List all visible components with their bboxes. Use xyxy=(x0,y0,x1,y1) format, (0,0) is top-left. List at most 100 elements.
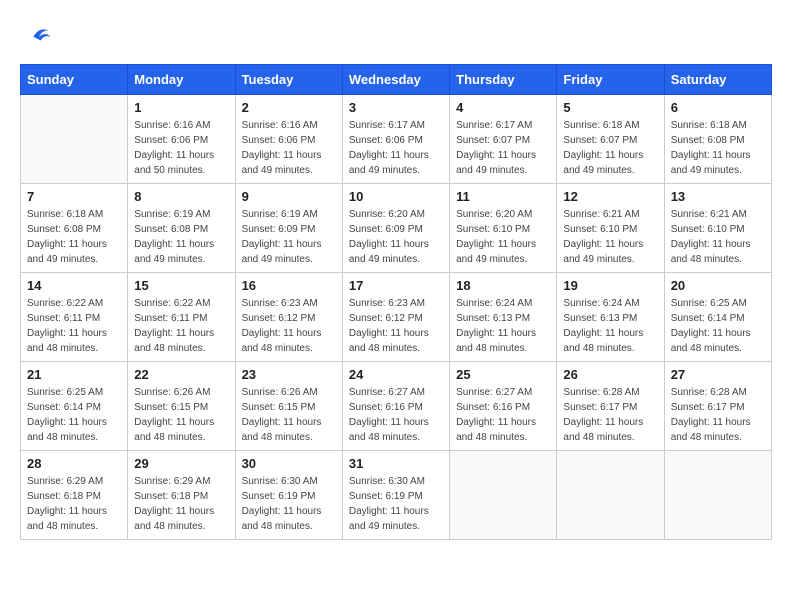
day-info: Sunrise: 6:30 AM Sunset: 6:19 PM Dayligh… xyxy=(242,474,336,534)
calendar-cell: 15Sunrise: 6:22 AM Sunset: 6:11 PM Dayli… xyxy=(128,273,235,362)
day-number: 31 xyxy=(349,456,443,471)
calendar-cell: 12 Sunrise: 6:21 AM Sunset: 6:10 PM Dayli… xyxy=(557,184,664,273)
calendar-cell: 10 Sunrise: 6:20 AM Sunset: 6:09 PM Dayli… xyxy=(342,184,449,273)
calendar-cell: 20Sunrise: 6:25 AM Sunset: 6:14 PM Dayli… xyxy=(664,273,771,362)
day-number: 9 xyxy=(242,189,336,204)
calendar-cell: 19 Sunrise: 6:24 AM Sunset: 6:13 PM Dayli… xyxy=(557,273,664,362)
day-number: 25 xyxy=(456,367,550,382)
day-info: Sunrise: 6:26 AM Sunset: 6:15 PM Dayligh… xyxy=(134,385,228,445)
day-number: 7 xyxy=(27,189,121,204)
day-number: 6 xyxy=(671,100,765,115)
calendar-header-saturday: Saturday xyxy=(664,65,771,95)
calendar-cell: 17 Sunrise: 6:23 AM Sunset: 6:12 PM Dayli… xyxy=(342,273,449,362)
day-info: Sunrise: 6:29 AM Sunset: 6:18 PM Dayligh… xyxy=(134,474,228,534)
day-info: Sunrise: 6:27 AM Sunset: 6:16 PM Dayligh… xyxy=(456,385,550,445)
calendar-cell: 16Sunrise: 6:23 AM Sunset: 6:12 PM Dayli… xyxy=(235,273,342,362)
day-number: 13 xyxy=(671,189,765,204)
day-info: Sunrise: 6:30 AM Sunset: 6:19 PM Dayligh… xyxy=(349,474,443,534)
calendar-cell: 23 Sunrise: 6:26 AM Sunset: 6:15 PM Dayli… xyxy=(235,362,342,451)
calendar-cell: 27 Sunrise: 6:28 AM Sunset: 6:17 PM Dayli… xyxy=(664,362,771,451)
calendar-cell: 25 Sunrise: 6:27 AM Sunset: 6:16 PM Dayli… xyxy=(450,362,557,451)
day-number: 15 xyxy=(134,278,228,293)
calendar-cell: 7Sunrise: 6:18 AM Sunset: 6:08 PM Daylig… xyxy=(21,184,128,273)
day-info: Sunrise: 6:19 AM Sunset: 6:09 PM Dayligh… xyxy=(242,207,336,267)
day-number: 2 xyxy=(242,100,336,115)
calendar-cell: 13 Sunrise: 6:21 AM Sunset: 6:10 PM Dayli… xyxy=(664,184,771,273)
day-number: 14 xyxy=(27,278,121,293)
calendar-cell: 21 Sunrise: 6:25 AM Sunset: 6:14 PM Dayli… xyxy=(21,362,128,451)
day-number: 29 xyxy=(134,456,228,471)
calendar-cell: 6Sunrise: 6:18 AM Sunset: 6:08 PM Daylig… xyxy=(664,95,771,184)
day-number: 17 xyxy=(349,278,443,293)
day-info: Sunrise: 6:23 AM Sunset: 6:12 PM Dayligh… xyxy=(349,296,443,356)
logo-bird-icon xyxy=(24,20,52,48)
calendar-week-row: 1 Sunrise: 6:16 AM Sunset: 6:06 PM Daylig… xyxy=(21,95,772,184)
calendar-cell xyxy=(557,451,664,540)
calendar-cell: 29 Sunrise: 6:29 AM Sunset: 6:18 PM Dayli… xyxy=(128,451,235,540)
calendar-cell: 26Sunrise: 6:28 AM Sunset: 6:17 PM Dayli… xyxy=(557,362,664,451)
day-number: 18 xyxy=(456,278,550,293)
calendar-header-monday: Monday xyxy=(128,65,235,95)
calendar-cell xyxy=(450,451,557,540)
calendar-week-row: 14 Sunrise: 6:22 AM Sunset: 6:11 PM Dayli… xyxy=(21,273,772,362)
calendar-cell: 3 Sunrise: 6:17 AM Sunset: 6:06 PM Daylig… xyxy=(342,95,449,184)
day-info: Sunrise: 6:20 AM Sunset: 6:09 PM Dayligh… xyxy=(349,207,443,267)
day-info: Sunrise: 6:21 AM Sunset: 6:10 PM Dayligh… xyxy=(671,207,765,267)
calendar-cell: 2 Sunrise: 6:16 AM Sunset: 6:06 PM Daylig… xyxy=(235,95,342,184)
day-info: Sunrise: 6:23 AM Sunset: 6:12 PM Dayligh… xyxy=(242,296,336,356)
day-number: 23 xyxy=(242,367,336,382)
calendar-cell: 1 Sunrise: 6:16 AM Sunset: 6:06 PM Daylig… xyxy=(128,95,235,184)
day-number: 30 xyxy=(242,456,336,471)
day-info: Sunrise: 6:17 AM Sunset: 6:06 PM Dayligh… xyxy=(349,118,443,178)
day-info: Sunrise: 6:28 AM Sunset: 6:17 PM Dayligh… xyxy=(671,385,765,445)
calendar-header-tuesday: Tuesday xyxy=(235,65,342,95)
day-number: 20 xyxy=(671,278,765,293)
day-number: 21 xyxy=(27,367,121,382)
day-info: Sunrise: 6:16 AM Sunset: 6:06 PM Dayligh… xyxy=(134,118,228,178)
calendar-cell: 5 Sunrise: 6:18 AM Sunset: 6:07 PM Daylig… xyxy=(557,95,664,184)
calendar-header-friday: Friday xyxy=(557,65,664,95)
calendar-cell xyxy=(21,95,128,184)
calendar-cell: 4 Sunrise: 6:17 AM Sunset: 6:07 PM Daylig… xyxy=(450,95,557,184)
day-number: 5 xyxy=(563,100,657,115)
day-info: Sunrise: 6:27 AM Sunset: 6:16 PM Dayligh… xyxy=(349,385,443,445)
day-info: Sunrise: 6:26 AM Sunset: 6:15 PM Dayligh… xyxy=(242,385,336,445)
day-info: Sunrise: 6:17 AM Sunset: 6:07 PM Dayligh… xyxy=(456,118,550,178)
day-info: Sunrise: 6:19 AM Sunset: 6:08 PM Dayligh… xyxy=(134,207,228,267)
calendar-cell: 14 Sunrise: 6:22 AM Sunset: 6:11 PM Dayli… xyxy=(21,273,128,362)
day-number: 24 xyxy=(349,367,443,382)
day-number: 27 xyxy=(671,367,765,382)
calendar-header-thursday: Thursday xyxy=(450,65,557,95)
day-number: 26 xyxy=(563,367,657,382)
calendar-header-sunday: Sunday xyxy=(21,65,128,95)
day-info: Sunrise: 6:20 AM Sunset: 6:10 PM Dayligh… xyxy=(456,207,550,267)
calendar-week-row: 28 Sunrise: 6:29 AM Sunset: 6:18 PM Dayli… xyxy=(21,451,772,540)
day-number: 1 xyxy=(134,100,228,115)
day-info: Sunrise: 6:29 AM Sunset: 6:18 PM Dayligh… xyxy=(27,474,121,534)
calendar-cell: 28 Sunrise: 6:29 AM Sunset: 6:18 PM Dayli… xyxy=(21,451,128,540)
day-number: 19 xyxy=(563,278,657,293)
day-info: Sunrise: 6:21 AM Sunset: 6:10 PM Dayligh… xyxy=(563,207,657,267)
day-number: 11 xyxy=(456,189,550,204)
day-info: Sunrise: 6:22 AM Sunset: 6:11 PM Dayligh… xyxy=(27,296,121,356)
day-info: Sunrise: 6:25 AM Sunset: 6:14 PM Dayligh… xyxy=(27,385,121,445)
day-number: 12 xyxy=(563,189,657,204)
day-number: 4 xyxy=(456,100,550,115)
calendar-cell: 8 Sunrise: 6:19 AM Sunset: 6:08 PM Daylig… xyxy=(128,184,235,273)
day-info: Sunrise: 6:24 AM Sunset: 6:13 PM Dayligh… xyxy=(563,296,657,356)
calendar-header-row: SundayMondayTuesdayWednesdayThursdayFrid… xyxy=(21,65,772,95)
day-info: Sunrise: 6:16 AM Sunset: 6:06 PM Dayligh… xyxy=(242,118,336,178)
day-number: 3 xyxy=(349,100,443,115)
calendar-cell: 30 Sunrise: 6:30 AM Sunset: 6:19 PM Dayli… xyxy=(235,451,342,540)
day-info: Sunrise: 6:18 AM Sunset: 6:07 PM Dayligh… xyxy=(563,118,657,178)
calendar-cell xyxy=(664,451,771,540)
calendar-cell: 31 Sunrise: 6:30 AM Sunset: 6:19 PM Dayli… xyxy=(342,451,449,540)
day-number: 10 xyxy=(349,189,443,204)
calendar-cell: 11 Sunrise: 6:20 AM Sunset: 6:10 PM Dayli… xyxy=(450,184,557,273)
day-number: 28 xyxy=(27,456,121,471)
calendar-table: SundayMondayTuesdayWednesdayThursdayFrid… xyxy=(20,64,772,540)
day-number: 22 xyxy=(134,367,228,382)
day-number: 8 xyxy=(134,189,228,204)
calendar-cell: 9 Sunrise: 6:19 AM Sunset: 6:09 PM Daylig… xyxy=(235,184,342,273)
page-header xyxy=(20,20,772,48)
